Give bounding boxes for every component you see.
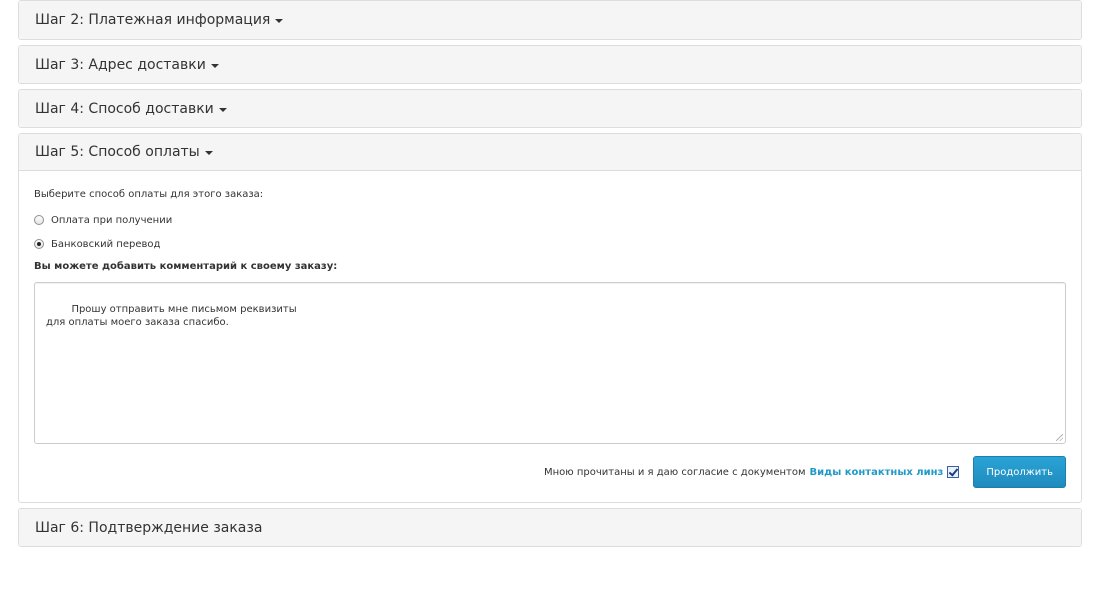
agree-text: Мною прочитаны и я даю согласие с докуме… (544, 466, 806, 478)
order-comment-text: Прошу отправить мне письмом реквизиты дл… (46, 304, 297, 328)
step-6-panel: Шаг 6: Подтверждение заказа (18, 508, 1082, 547)
terms-document-link[interactable]: Виды контактных линз (810, 467, 944, 478)
payment-method-body: Выберите способ оплаты для этого заказа:… (19, 171, 1081, 502)
order-comment-textarea[interactable]: Прошу отправить мне письмом реквизиты дл… (34, 282, 1066, 444)
step-5-title: Шаг 5: Способ оплаты (35, 144, 200, 160)
step-2-panel: Шаг 2: Платежная информация (18, 0, 1082, 40)
payment-option-bank-transfer-label: Банковский перевод (51, 238, 161, 250)
payment-option-cod[interactable]: Оплата при получении (34, 213, 1066, 227)
resize-grip-icon[interactable] (1056, 434, 1063, 441)
checkout-accordion: Шаг 2: Платежная информация Шаг 3: Адрес… (18, 0, 1082, 552)
step-6-title: Шаг 6: Подтверждение заказа (35, 519, 263, 536)
step-4-header[interactable]: Шаг 4: Способ доставки (19, 90, 1081, 127)
caret-down-icon (218, 107, 227, 112)
payment-intro-text: Выберите способ оплаты для этого заказа: (34, 189, 264, 200)
radio-bank-transfer[interactable] (34, 239, 44, 249)
step-6-header[interactable]: Шаг 6: Подтверждение заказа (19, 509, 1081, 546)
comment-label: Вы можете добавить комментарий к своему … (34, 261, 338, 272)
step-5-panel: Шаг 5: Способ оплаты Выберите способ опл… (18, 133, 1082, 503)
step-2-header[interactable]: Шаг 2: Платежная информация (19, 1, 1081, 39)
radio-cod[interactable] (34, 215, 44, 225)
step-3-panel: Шаг 3: Адрес доставки (18, 45, 1082, 84)
caret-down-icon (275, 19, 284, 23)
step-5-header[interactable]: Шаг 5: Способ оплаты (19, 134, 1081, 171)
step-4-title: Шаг 4: Способ доставки (35, 100, 214, 117)
payment-option-bank-transfer[interactable]: Банковский перевод (34, 237, 1066, 251)
step-3-title: Шаг 3: Адрес доставки (35, 56, 206, 73)
payment-option-cod-label: Оплата при получении (51, 214, 173, 226)
agree-checkbox[interactable] (947, 466, 960, 478)
payment-actions: Мною прочитаны и я даю согласие с докуме… (34, 456, 1066, 488)
continue-button[interactable]: Продолжить (973, 456, 1066, 488)
caret-down-icon (204, 151, 213, 155)
step-2-title: Шаг 2: Платежная информация (35, 12, 271, 28)
step-3-header[interactable]: Шаг 3: Адрес доставки (19, 46, 1081, 83)
caret-down-icon (210, 63, 219, 68)
step-4-panel: Шаг 4: Способ доставки (18, 89, 1082, 128)
